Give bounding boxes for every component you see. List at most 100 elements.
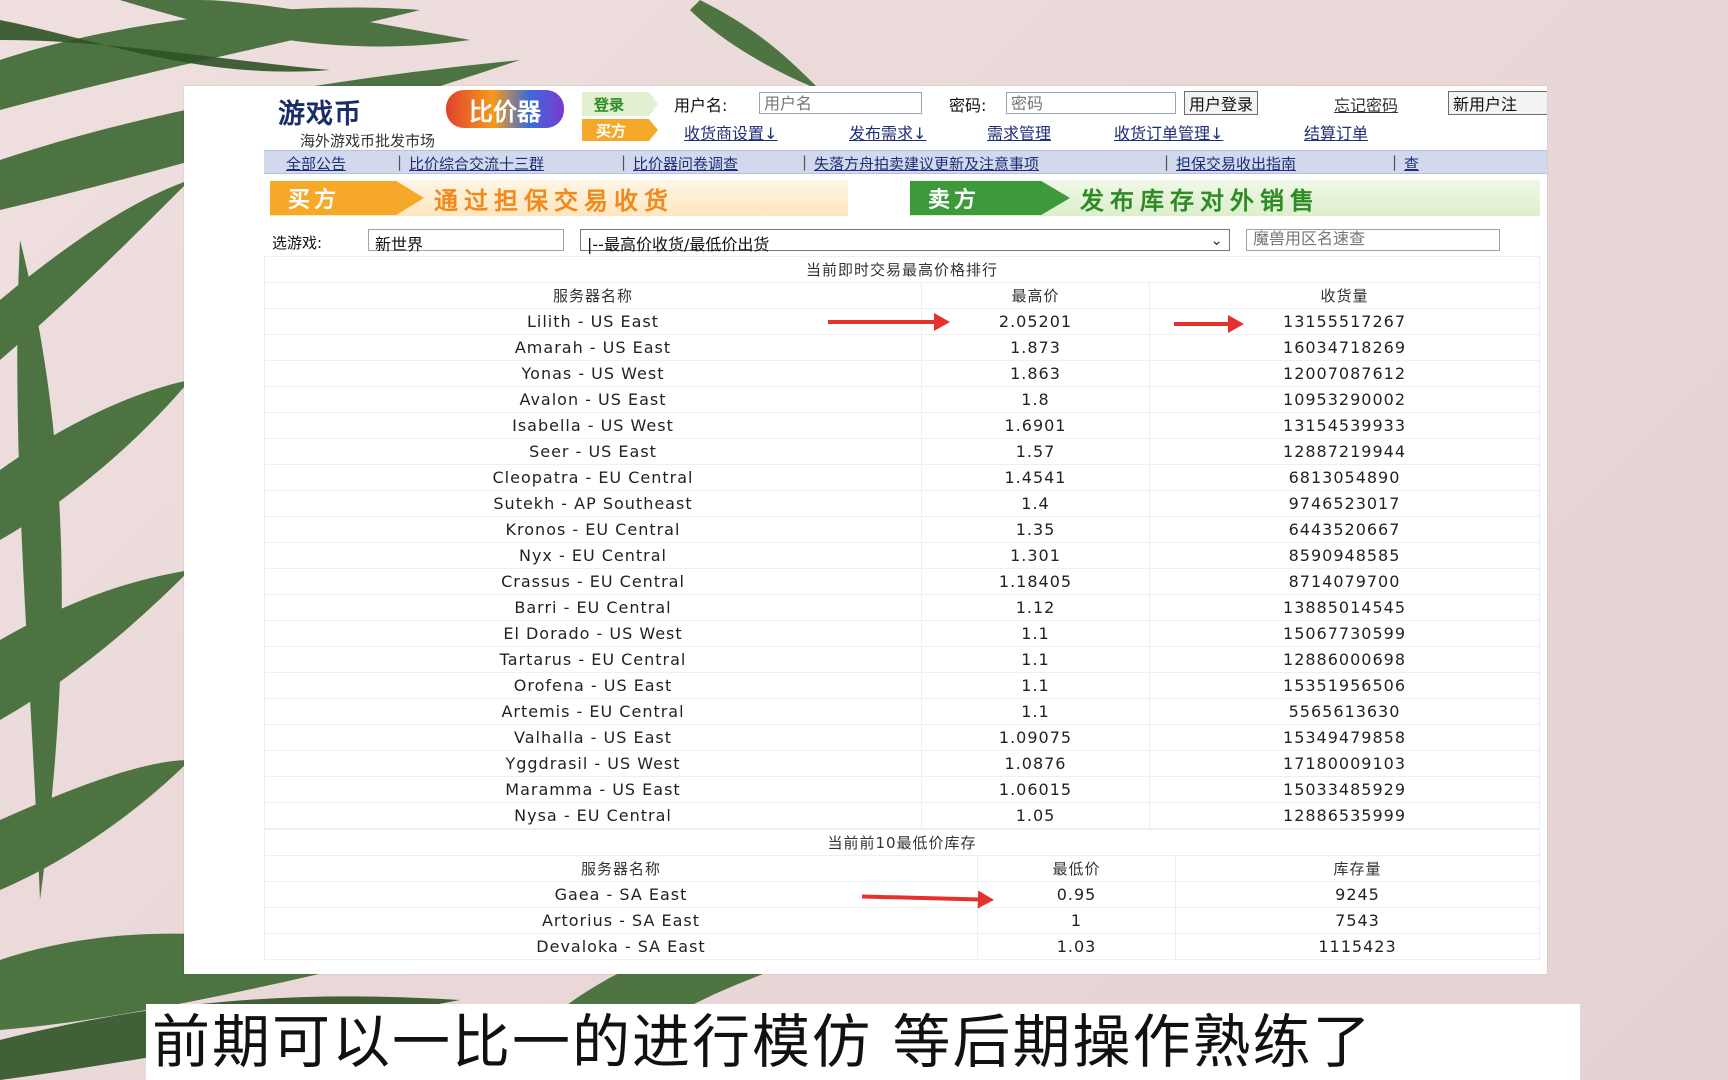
announcement-link[interactable]: 全部公告 <box>286 153 346 173</box>
table-row: Gaea - SA East 0.95 9245 <box>264 881 1540 908</box>
table-row: Devaloka - SA East 1.03 1115423 <box>264 933 1540 960</box>
server-name-cell[interactable]: Cleopatra - EU Central <box>264 464 922 491</box>
nav-link-demand-management[interactable]: 需求管理 <box>987 120 1051 144</box>
volume-cell: 15349479858 <box>1148 724 1541 751</box>
price-cell: 1.4 <box>921 490 1150 517</box>
price-cell: 1.35 <box>921 516 1150 543</box>
price-cell: 1 <box>977 907 1176 934</box>
lowest-price-rows: Gaea - SA East 0.95 9245 Artorius - SA East… <box>264 881 1540 960</box>
game-select-label: 选游戏: <box>272 234 323 252</box>
server-name-cell[interactable]: Isabella - US West <box>264 412 922 439</box>
price-cell: 1.1 <box>921 620 1150 647</box>
username-input[interactable] <box>759 92 922 114</box>
sort-mode-dropdown[interactable]: |--最高价收货/最低价出货 ⌄ <box>580 229 1230 254</box>
separator: | <box>802 153 808 171</box>
volume-cell: 10953290002 <box>1148 386 1541 413</box>
price-cell: 1.1 <box>921 672 1150 699</box>
server-name-cell[interactable]: Amarah - US East <box>264 334 922 361</box>
table-row: Crassus - EU Central 1.18405 8714079700 <box>264 568 1541 595</box>
table-row: Avalon - US East 1.8 10953290002 <box>264 386 1541 413</box>
separator: | <box>397 153 403 171</box>
server-name-cell[interactable]: Avalon - US East <box>264 386 922 413</box>
price-cell: 1.1 <box>921 698 1150 725</box>
volume-cell: 13885014545 <box>1148 594 1541 621</box>
server-name-cell[interactable]: Tartarus - EU Central <box>264 646 922 673</box>
server-name-cell[interactable]: Maramma - US East <box>264 776 922 803</box>
login-button[interactable]: 用户登录 <box>1184 91 1259 115</box>
table-row: Orofena - US East 1.1 15351956506 <box>264 672 1541 699</box>
nav-link-post-demand[interactable]: 发布需求↓ <box>849 120 926 144</box>
price-cell: 1.05 <box>921 802 1150 829</box>
column-header-server: 服务器名称 <box>264 282 922 309</box>
announcement-link[interactable]: 查 <box>1404 153 1419 173</box>
buy-banner[interactable]: 买方 通过担保交易收货 <box>270 180 848 216</box>
server-name-cell[interactable]: Yggdrasil - US West <box>264 750 922 777</box>
nav-link-receiver-settings[interactable]: 收货商设置↓ <box>684 120 777 144</box>
table-row: Valhalla - US East 1.09075 15349479858 <box>264 724 1541 751</box>
announcement-link[interactable]: 比价综合交流十三群 <box>409 153 544 173</box>
separator: | <box>621 153 627 171</box>
price-cell: 1.12 <box>921 594 1150 621</box>
highest-price-table-title: 当前即时交易最高价格排行 <box>263 256 1541 283</box>
volume-cell: 12887219944 <box>1148 438 1541 465</box>
volume-cell: 13154539933 <box>1148 412 1541 439</box>
forgot-password-link[interactable]: 忘记密码 <box>1334 92 1398 116</box>
table-row: Isabella - US West 1.6901 13154539933 <box>264 412 1541 439</box>
table-row: El Dorado - US West 1.1 15067730599 <box>264 620 1541 647</box>
announcement-link[interactable]: 比价器问卷调查 <box>633 153 738 173</box>
price-cell: 1.6901 <box>921 412 1150 439</box>
table-row: Maramma - US East 1.06015 15033485929 <box>264 776 1541 803</box>
announcement-bar: 全部公告 | 比价综合交流十三群 | 比价器问卷调查 | 失落方舟拍卖建议更新及… <box>264 150 1547 174</box>
server-name-cell[interactable]: Nysa - EU Central <box>264 802 922 829</box>
volume-cell: 16034718269 <box>1148 334 1541 361</box>
volume-cell: 12886000698 <box>1148 646 1541 673</box>
game-select-field[interactable]: 新世界 <box>368 229 564 254</box>
sell-banner[interactable]: 卖方 发布库存对外销售 <box>910 180 1540 216</box>
site-logo[interactable]: 游戏币 <box>278 92 362 131</box>
sort-mode-value: |--最高价收货/最低价出货 <box>587 235 770 254</box>
announcement-link[interactable]: 失落方舟拍卖建议更新及注意事项 <box>814 153 1039 173</box>
buyer-badge: 买方 <box>582 119 658 141</box>
nav-link-order-management[interactable]: 收货订单管理↓ <box>1114 120 1223 144</box>
server-quick-search-input[interactable] <box>1246 229 1500 251</box>
nav-link-settled-orders[interactable]: 结算订单 <box>1304 120 1368 144</box>
server-name-cell[interactable]: Yonas - US West <box>264 360 922 387</box>
server-name-cell[interactable]: Devaloka - SA East <box>264 933 978 960</box>
server-name-cell[interactable]: Nyx - EU Central <box>264 542 922 569</box>
server-name-cell[interactable]: Lilith - US East <box>264 308 922 335</box>
price-cell: 1.4541 <box>921 464 1150 491</box>
sell-banner-text: 发布库存对外销售 <box>1080 186 1320 215</box>
login-badge: 登录 <box>582 92 658 116</box>
register-button[interactable]: 新用户注 <box>1448 91 1547 115</box>
table-row: Artemis - EU Central 1.1 5565613630 <box>264 698 1541 725</box>
announcement-link[interactable]: 担保交易收出指南 <box>1176 153 1296 173</box>
column-header-min-price: 最低价 <box>977 855 1176 882</box>
price-cell: 1.06015 <box>921 776 1150 803</box>
volume-cell: 6443520667 <box>1148 516 1541 543</box>
table-row: Sutekh - AP Southeast 1.4 9746523017 <box>264 490 1541 517</box>
server-name-cell[interactable]: El Dorado - US West <box>264 620 922 647</box>
lowest-price-table-title: 当前前10最低价库存 <box>264 829 1540 856</box>
server-name-cell[interactable]: Artemis - EU Central <box>264 698 922 725</box>
server-name-cell[interactable]: Valhalla - US East <box>264 724 922 751</box>
server-name-cell[interactable]: Seer - US East <box>264 438 922 465</box>
price-cell: 1.863 <box>921 360 1150 387</box>
password-input[interactable] <box>1006 92 1176 114</box>
price-cell: 1.03 <box>977 933 1176 960</box>
table-row: Kronos - EU Central 1.35 6443520667 <box>264 516 1541 543</box>
video-subtitle: 前期可以一比一的进行模仿 等后期操作熟练了 <box>146 1004 1580 1080</box>
volume-cell: 12886535999 <box>1148 802 1541 829</box>
server-name-cell[interactable]: Kronos - EU Central <box>264 516 922 543</box>
server-name-cell[interactable]: Sutekh - AP Southeast <box>264 490 922 517</box>
chevron-down-icon: ⌄ <box>1210 231 1223 249</box>
price-cell: 1.8 <box>921 386 1150 413</box>
price-cell: 1.1 <box>921 646 1150 673</box>
separator: | <box>1392 153 1398 171</box>
server-name-cell[interactable]: Crassus - EU Central <box>264 568 922 595</box>
logo-badge: 比价器 <box>446 90 564 128</box>
server-name-cell[interactable]: Orofena - US East <box>264 672 922 699</box>
table-row: Nysa - EU Central 1.05 12886535999 <box>264 802 1541 829</box>
server-name-cell[interactable]: Artorius - SA East <box>264 907 978 934</box>
table-row: Amarah - US East 1.873 16034718269 <box>264 334 1541 361</box>
server-name-cell[interactable]: Barri - EU Central <box>264 594 922 621</box>
